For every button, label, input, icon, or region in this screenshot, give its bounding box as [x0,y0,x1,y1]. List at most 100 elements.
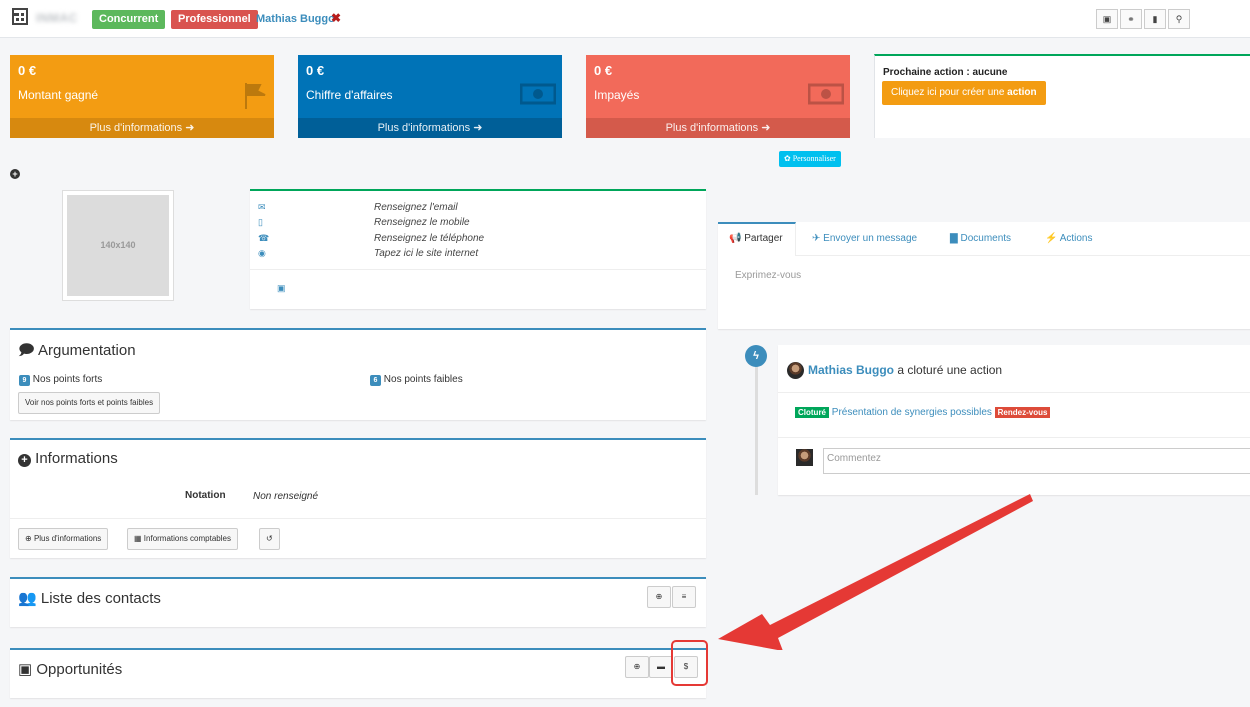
share-input[interactable]: Exprimez-vous [735,270,801,281]
comments-icon: 🗩 [18,342,35,359]
customize-button[interactable]: ✿ Personnaliser [779,151,841,167]
tab-documents[interactable]: ▇ Documents [950,233,1011,244]
comment-input[interactable]: Commentez [823,448,1250,474]
won-amount-value: 0 € [18,63,37,78]
megaphone-icon: 📢 [729,233,742,244]
create-action-button[interactable]: Cliquez ici pour créer une action [882,81,1046,105]
timeline-action-row: Cloturé Présentation de synergies possib… [795,407,1051,418]
opportunities-title-text: Opportunités [36,661,123,678]
archive-opportunity-button[interactable]: ▬ [649,656,673,678]
customize-label: Personnaliser [792,154,836,163]
strong-points: 9 Nos points forts [19,374,102,386]
avatar[interactable]: 140x140 [62,190,174,301]
unpaid-label: Impayés [594,88,640,102]
link-icon[interactable]: ⚭ [1120,9,1142,29]
tab-partager-label: Partager [744,233,783,244]
contacts-panel: 👥 Liste des contacts ⊕ ≡ [10,577,706,627]
add-photo-icon[interactable]: + [10,169,20,179]
revenue-more-link[interactable]: Plus d'informations ➜ [298,118,562,138]
argumentation-title: 🗩 Argumentation [18,340,136,365]
phone-field[interactable]: Renseignez le téléphone [374,233,484,244]
social-tabs: 📢 Partager ✈ Envoyer un message ▇ Docume… [718,222,1250,329]
mobile-field[interactable]: Renseignez le mobile [374,217,470,228]
weak-points-count: 6 [370,375,381,386]
argumentation-panel: 🗩 Argumentation 9 Nos points forts 6 Nos… [10,328,706,420]
plus-circle-icon: ⊕ [25,534,32,543]
won-more-label: Plus d'informations [89,122,183,134]
globe-icon: ◉ [258,248,266,258]
trash-icon[interactable]: ▮ [1144,9,1166,29]
next-action-title: Prochaine action : aucune [883,67,1008,78]
address-card-icon[interactable]: ▣ [277,283,286,294]
company-name: INMAC [36,11,78,25]
more-info-button[interactable]: ⊕ Plus d'informations [18,528,109,550]
mobile-icon: ▯ [258,217,263,227]
users-icon: 👥 [18,590,37,607]
tab-documents-label: Documents [960,233,1012,244]
view-points-button[interactable]: Voir nos points forts et points faibles [18,392,161,414]
tab-actions[interactable]: ⚡ Actions [1045,233,1092,244]
building-icon [12,8,28,25]
add-contact-button[interactable]: ⊕ [647,586,671,608]
pdf-icon[interactable]: ▣ [1096,9,1118,29]
professional-badge: Professionnel [171,10,258,29]
tab-envoyer-message[interactable]: ✈ Envoyer un message [812,233,917,244]
contacts-title-text: Liste des contacts [40,590,161,607]
contact-divider [250,269,706,270]
timeline-headline: Mathias Buggo a cloturé une action [808,363,1002,377]
plus-circle-icon: + [18,454,31,467]
notation-value[interactable]: Non renseigné [253,491,318,502]
remove-contact-icon[interactable]: ✖ [331,11,341,25]
won-more-link[interactable]: Plus d'informations ➜ [10,118,274,138]
add-opportunity-button[interactable]: ⊕ [625,656,649,678]
closed-badge: Cloturé [795,407,829,418]
won-amount-card: 0 € Montant gagné Plus d'informations ➜ [10,55,274,138]
tab-actions-label: Actions [1059,233,1093,244]
document-icon: ▇ [950,233,958,244]
more-info-label: Plus d'informations [33,534,102,543]
unpaid-value: 0 € [594,63,613,78]
won-amount-label: Montant gagné [18,88,99,102]
accounting-info-button[interactable]: ▦ Informations comptables [127,528,238,550]
informations-panel: + Informations Notation Non renseigné ⊕ … [10,438,706,558]
user-avatar [787,362,804,379]
contact-link[interactable]: Mathias Buggo [256,13,335,25]
opportunities-title: ▣ Opportunités [18,660,122,678]
contacts-title: 👥 Liste des contacts [18,589,161,607]
revenue-label: Chiffre d'affaires [306,88,393,102]
weak-points-label: Nos points faibles [383,374,463,385]
timeline-user-link[interactable]: Mathias Buggo [808,363,894,377]
list-contacts-button[interactable]: ≡ [672,586,696,608]
timeline-line [755,355,758,495]
informations-title-text: Informations [35,450,118,467]
create-action-emphasis: action [1007,87,1037,98]
flag-icon [245,83,266,109]
informations-divider [10,518,706,519]
contact-info-card: ✉ Renseignez l'email ▯ Renseignez le mobil… [250,189,706,309]
strong-points-count: 9 [19,375,30,386]
history-button[interactable]: ↺ [259,528,280,550]
annotation-arrow [718,494,1033,650]
map-pin-icon[interactable]: ⚲ [1168,9,1190,29]
unpaid-card: 0 € Impayés Plus d'informations ➜ [586,55,850,138]
opportunities-panel: ▣ Opportunités ⊕ ▬ $ [10,648,706,698]
tab-envoyer-message-label: Envoyer un message [823,233,918,244]
revenue-more-label: Plus d'informations [377,122,471,134]
create-action-text: Cliquez ici pour créer une [891,87,1008,98]
send-icon: ✈ [812,233,821,244]
lightning-icon: ϟ [745,345,767,367]
revenue-value: 0 € [306,63,325,78]
strong-points-label: Nos points forts [32,374,103,385]
money-icon [808,83,844,105]
website-field[interactable]: Tapez ici le site internet [374,248,478,259]
unpaid-more-link[interactable]: Plus d'informations ➜ [586,118,850,138]
timeline-divider-2 [778,437,1250,438]
comment-avatar [796,449,813,466]
tab-partager[interactable]: 📢 Partager [729,233,783,244]
competitor-badge: Concurrent [92,10,166,29]
money-icon [520,83,556,105]
action-link[interactable]: Présentation de synergies possibles [832,407,992,418]
meeting-badge: Rendez-vous [994,407,1051,418]
email-field[interactable]: Renseignez l'email [374,202,458,213]
tab-divider [796,255,1250,256]
